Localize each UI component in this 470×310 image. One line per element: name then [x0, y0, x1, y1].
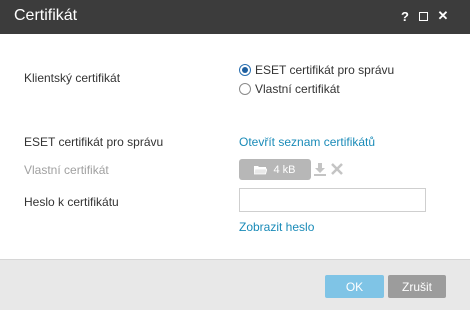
- custom-cert-label: Vlastní certifikát: [24, 163, 109, 177]
- remove-icon[interactable]: [331, 163, 343, 175]
- file-upload-button[interactable]: 4 kB: [239, 159, 311, 180]
- certificate-dialog: Certifikát ? ✕ Klientský certifikát ESET…: [0, 0, 470, 310]
- eset-cert-label: ESET certifikát pro správu: [24, 135, 164, 149]
- download-icon[interactable]: [314, 163, 326, 176]
- radio-button-checked[interactable]: [239, 64, 251, 76]
- show-password-link[interactable]: Zobrazit heslo: [239, 220, 314, 234]
- folder-icon: [254, 165, 268, 175]
- radio-eset-cert-label: ESET certifikát pro správu: [255, 63, 395, 77]
- open-cert-list-link[interactable]: Otevřít seznam certifikátů: [239, 135, 375, 149]
- dialog-title: Certifikát: [14, 7, 78, 24]
- client-cert-label: Klientský certifikát: [24, 71, 121, 85]
- help-icon[interactable]: ?: [398, 9, 412, 24]
- radio-custom-cert-label: Vlastní certifikát: [255, 82, 340, 96]
- maximize-icon[interactable]: [416, 9, 430, 23]
- radio-button-unchecked[interactable]: [239, 83, 251, 95]
- title-bar: Certifikát ? ✕: [0, 0, 470, 34]
- file-size-label: 4 kB: [273, 163, 296, 176]
- radio-eset-cert[interactable]: ESET certifikát pro správu: [239, 63, 394, 77]
- dialog-footer: OK Zrušit: [0, 259, 470, 310]
- password-input[interactable]: [239, 188, 426, 212]
- ok-button[interactable]: OK: [325, 275, 384, 298]
- cancel-button[interactable]: Zrušit: [388, 275, 446, 298]
- radio-custom-cert[interactable]: Vlastní certifikát: [239, 82, 340, 96]
- password-label: Heslo k certifikátu: [24, 195, 119, 209]
- close-icon[interactable]: ✕: [436, 8, 450, 23]
